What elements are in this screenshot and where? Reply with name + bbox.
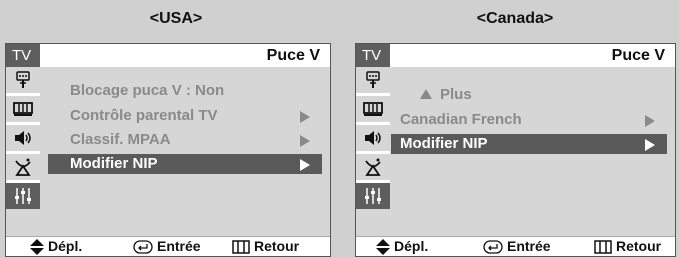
menu-item-canadian-french[interactable]: Canadian French [391,110,667,130]
region-title-canada: <Canada> [476,10,554,27]
menu-content: Plus Canadian French Modifier NIP [390,67,675,237]
right-arrow-icon [645,115,655,127]
right-arrow-icon [300,159,310,171]
up-down-icon [376,238,390,255]
right-arrow-icon [300,111,310,123]
tv-label: TV [6,44,40,67]
setup-icon[interactable] [6,183,40,209]
menu-item-tv-parental[interactable]: Contrôle parental TV [48,106,322,126]
footer-move-label: Dépl. [48,238,83,254]
footer-move-label: Dépl. [394,238,429,254]
menu-header: Puce V [390,44,675,67]
sidebar: TV [356,44,390,237]
menu-item-label: Contrôle parental TV [70,107,218,124]
input-icon[interactable] [356,67,390,93]
footer-move: Dépl. [30,237,82,256]
menu-item-label: Blocage puca V : Non [70,82,225,99]
footer-return-label: Retour [254,238,300,254]
channel-icon[interactable] [356,154,390,180]
enter-icon [483,239,503,254]
tv-label: TV [356,44,390,67]
picture-icon[interactable] [356,96,390,122]
sidebar: TV [6,44,40,237]
menu-item-vchip-lock[interactable]: Blocage puca V : Non [48,81,322,101]
footer-enter: Entrée [483,237,551,256]
footer-return: Retour [594,237,661,256]
footer-enter-label: Entrée [507,238,551,254]
menu-item-label: Modifier NIP [70,155,158,172]
right-arrow-icon [645,139,655,151]
menu-icon [594,239,612,254]
up-down-icon [30,238,44,255]
footer-move: Dépl. [376,237,428,256]
channel-icon[interactable] [6,154,40,180]
input-icon[interactable] [6,67,40,93]
enter-icon [133,239,153,254]
menu-panel-usa: TV Puce V Blocage puca V : Non Contrôle … [5,43,331,257]
picture-icon[interactable] [6,96,40,122]
region-title-usa: <USA> [149,10,203,27]
footer-return-label: Retour [616,238,662,254]
sound-icon[interactable] [6,125,40,151]
menu-item-label: Canadian French [400,111,522,128]
menu-item-label: Modifier NIP [400,135,488,152]
footer-bar: Dépl. Entrée Retour [356,236,675,256]
menu-item-change-pin[interactable]: Modifier NIP [391,134,667,154]
menu-header: Puce V [40,44,330,67]
sound-icon[interactable] [356,125,390,151]
menu-item-label: Classif. MPAA [70,131,171,148]
menu-item-change-pin[interactable]: Modifier NIP [48,154,322,174]
menu-icon [232,239,250,254]
footer-enter-label: Entrée [157,238,201,254]
menu-content: Blocage puca V : Non Contrôle parental T… [40,67,330,237]
footer-enter: Entrée [133,237,201,256]
up-arrow-icon [420,89,432,99]
menu-item-mpaa[interactable]: Classif. MPAA [48,130,322,150]
footer-bar: Dépl. Entrée Retour [6,236,330,256]
menu-panel-canada: TV Puce V Plus Canadian French Modifier … [355,43,676,257]
menu-item-more[interactable]: Plus [398,85,667,105]
setup-icon[interactable] [356,183,390,209]
footer-return: Retour [232,237,299,256]
menu-item-label: Plus [440,86,472,103]
right-arrow-icon [300,135,310,147]
